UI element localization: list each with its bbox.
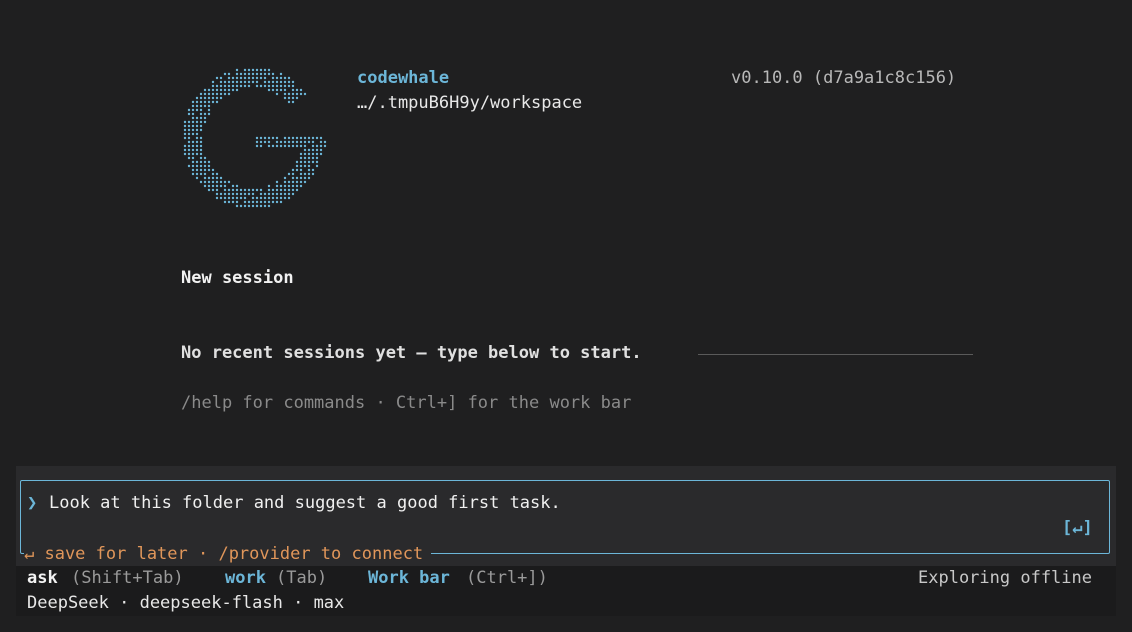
- submit-button[interactable]: [↵]: [1062, 516, 1093, 540]
- mode-work-shortcut: (Tab): [276, 568, 328, 588]
- help-hint: /help for commands · Ctrl+] for the work…: [181, 393, 632, 413]
- work-bar-shortcut: (Ctrl+]): [466, 568, 548, 588]
- version-label: v0.10.0 (d7a9a1c8c156): [731, 68, 957, 88]
- mode-ask-shortcut: (Shift+Tab): [71, 568, 184, 588]
- prompt-input[interactable]: Look at this folder and suggest a good f…: [49, 491, 561, 515]
- divider-line: [698, 354, 973, 355]
- codewhale-logo-icon: [183, 68, 327, 208]
- input-hint: ↵ save for later · /provider to connect: [24, 542, 432, 566]
- prompt-chevron-icon: ❯: [27, 493, 38, 513]
- work-bar-button[interactable]: Work bar: [368, 566, 450, 590]
- model-info: DeepSeek · deepseek-flash · max: [27, 593, 345, 613]
- status-text: Exploring offline: [918, 568, 1092, 588]
- new-session-heading: New session: [181, 268, 294, 288]
- no-recent-sessions-text: No recent sessions yet — type below to s…: [181, 343, 642, 363]
- mode-work-button[interactable]: work: [225, 566, 266, 590]
- workspace-path: …/.tmpuB6H9y/workspace: [357, 93, 583, 113]
- app-name: codewhale: [357, 68, 450, 88]
- mode-ask-button[interactable]: ask: [27, 566, 58, 590]
